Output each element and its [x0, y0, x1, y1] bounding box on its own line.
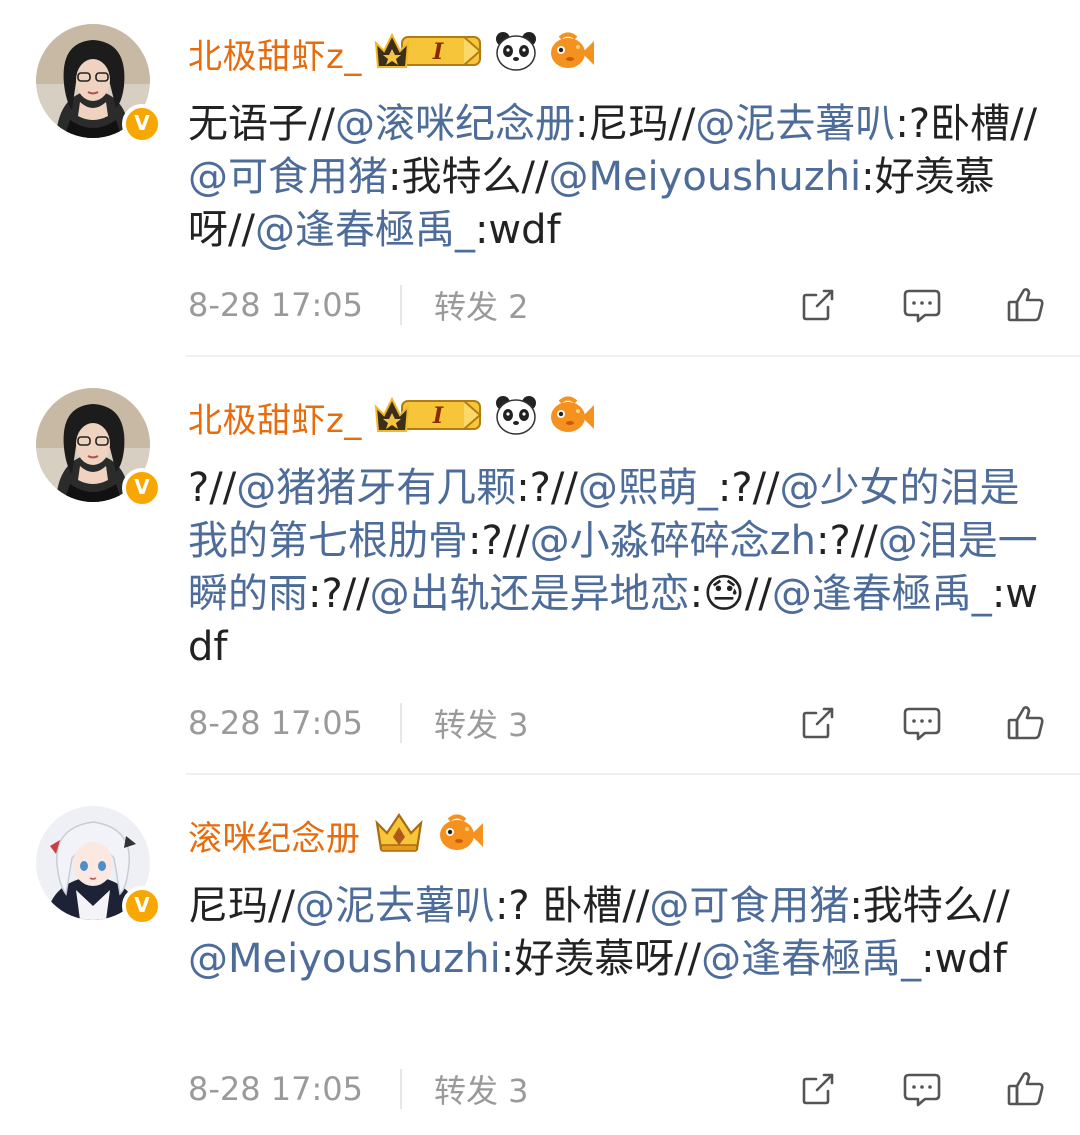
comment-text-segment: :尼玛//: [574, 101, 696, 147]
svg-text:I: I: [432, 39, 444, 65]
thumbs-up-icon[interactable]: [1004, 701, 1048, 745]
panda-icon: [494, 393, 538, 441]
name-row: 北极甜虾z_ I: [188, 28, 596, 78]
action-bar: [736, 698, 1048, 748]
divider: [400, 1069, 402, 1109]
crown-badge-icon: I: [372, 29, 484, 77]
comment-text-segment: :?//: [308, 571, 370, 617]
comment-icon[interactable]: [900, 701, 944, 745]
comment-text-segment: :?//: [516, 465, 578, 511]
fish-icon: [548, 29, 596, 77]
separator-line: [186, 773, 1080, 775]
mention-link[interactable]: @可食用猪: [188, 154, 388, 200]
comment-text-segment: :好羡慕呀//: [500, 936, 702, 982]
thumbs-up-icon[interactable]: [1004, 1067, 1048, 1111]
crown-badge-icon: I: [372, 393, 484, 441]
comment-text-segment: :wdf: [474, 207, 561, 253]
mention-link[interactable]: @滚咪纪念册: [335, 101, 575, 147]
comment-text: 无语子//@滚咪纪念册:尼玛//@泥去薯叭:?卧槽// @可食用猪:我特么//@M…: [188, 98, 1048, 257]
mention-link[interactable]: @出轨还是异地恋: [370, 571, 690, 617]
comment-text-segment: :我特么//: [849, 883, 1010, 929]
panda-icon: [494, 29, 538, 77]
repost-count[interactable]: 转发 2: [434, 282, 529, 328]
fish-icon: [437, 811, 485, 859]
thumbs-up-icon[interactable]: [1004, 283, 1048, 327]
comment-text-segment: :?//: [468, 518, 530, 564]
share-icon[interactable]: [796, 1067, 840, 1111]
mention-link[interactable]: @泥去薯叭: [695, 101, 895, 147]
timestamp: 8-28 17:05: [188, 286, 364, 324]
action-bar: [736, 280, 1048, 330]
comment-text-segment: :😓//: [689, 571, 772, 617]
comment-meta: 8-28 17:05 转发 3: [188, 1064, 1048, 1114]
comment-meta: 8-28 17:05 转发 2: [188, 280, 1048, 330]
verified-v-icon: V: [122, 468, 162, 508]
comment-text: ?//@猪猪牙有几颗:?//@熙萌_:?//@少女的泪是我的第七根肋骨:?//@…: [188, 462, 1048, 674]
mention-link[interactable]: @逢春極禹_: [255, 207, 475, 253]
repost-count[interactable]: 转发 3: [434, 700, 529, 746]
divider: [400, 703, 402, 743]
repost-count[interactable]: 转发 3: [434, 1066, 529, 1112]
comment-text-segment: :?//: [717, 465, 780, 511]
timestamp: 8-28 17:05: [188, 1070, 364, 1108]
comment-text-segment: :? 卧槽//: [494, 883, 650, 929]
mention-link[interactable]: @Meiyoushuzhi: [548, 154, 861, 200]
share-icon[interactable]: [796, 701, 840, 745]
comment-text-segment: :wdf: [921, 936, 1007, 982]
mention-link[interactable]: @Meiyoushuzhi: [188, 936, 501, 982]
action-bar: [736, 1064, 1048, 1114]
avatar[interactable]: V: [36, 388, 162, 508]
crown-badge-icon: [371, 811, 427, 859]
username[interactable]: 北极甜虾z_: [188, 393, 362, 442]
verified-v-icon: V: [122, 104, 162, 144]
username[interactable]: 北极甜虾z_: [188, 29, 362, 78]
mention-link[interactable]: @可食用猪: [649, 883, 849, 929]
verified-v-icon: V: [122, 886, 162, 926]
mention-link[interactable]: @逢春極禹_: [701, 936, 921, 982]
fish-icon: [548, 393, 596, 441]
share-icon[interactable]: [796, 283, 840, 327]
svg-text:I: I: [432, 403, 444, 429]
comment-text-segment: :?//: [816, 518, 878, 564]
timestamp: 8-28 17:05: [188, 704, 364, 742]
comment-text-segment: ?//: [188, 465, 237, 511]
comment-text-segment: :我特么//: [388, 154, 549, 200]
comment-text-segment: :?卧槽//: [895, 101, 1038, 147]
name-row: 北极甜虾z_ I: [188, 392, 596, 442]
mention-link[interactable]: @逢春極禹_: [772, 571, 992, 617]
username[interactable]: 滚咪纪念册: [188, 811, 361, 860]
comment-icon[interactable]: [900, 283, 944, 327]
mention-link[interactable]: @泥去薯叭: [295, 883, 495, 929]
mention-link[interactable]: @熙萌_: [578, 465, 718, 511]
comment-text-segment: 无语子//: [188, 101, 335, 147]
avatar[interactable]: V: [36, 24, 162, 144]
mention-link[interactable]: @猪猪牙有几颗: [236, 465, 516, 511]
name-row: 滚咪纪念册: [188, 810, 485, 860]
comment-icon[interactable]: [900, 1067, 944, 1111]
comment-meta: 8-28 17:05 转发 3: [188, 698, 1048, 748]
comment-text-segment: 尼玛//: [188, 883, 295, 929]
separator-line: [186, 355, 1080, 357]
mention-link[interactable]: @小淼碎碎念zh: [530, 518, 816, 564]
divider: [400, 285, 402, 325]
comment-text: 尼玛//@泥去薯叭:? 卧槽//@可食用猪:我特么// @Meiyoushuzhi…: [188, 880, 1048, 986]
avatar[interactable]: V: [36, 806, 162, 926]
